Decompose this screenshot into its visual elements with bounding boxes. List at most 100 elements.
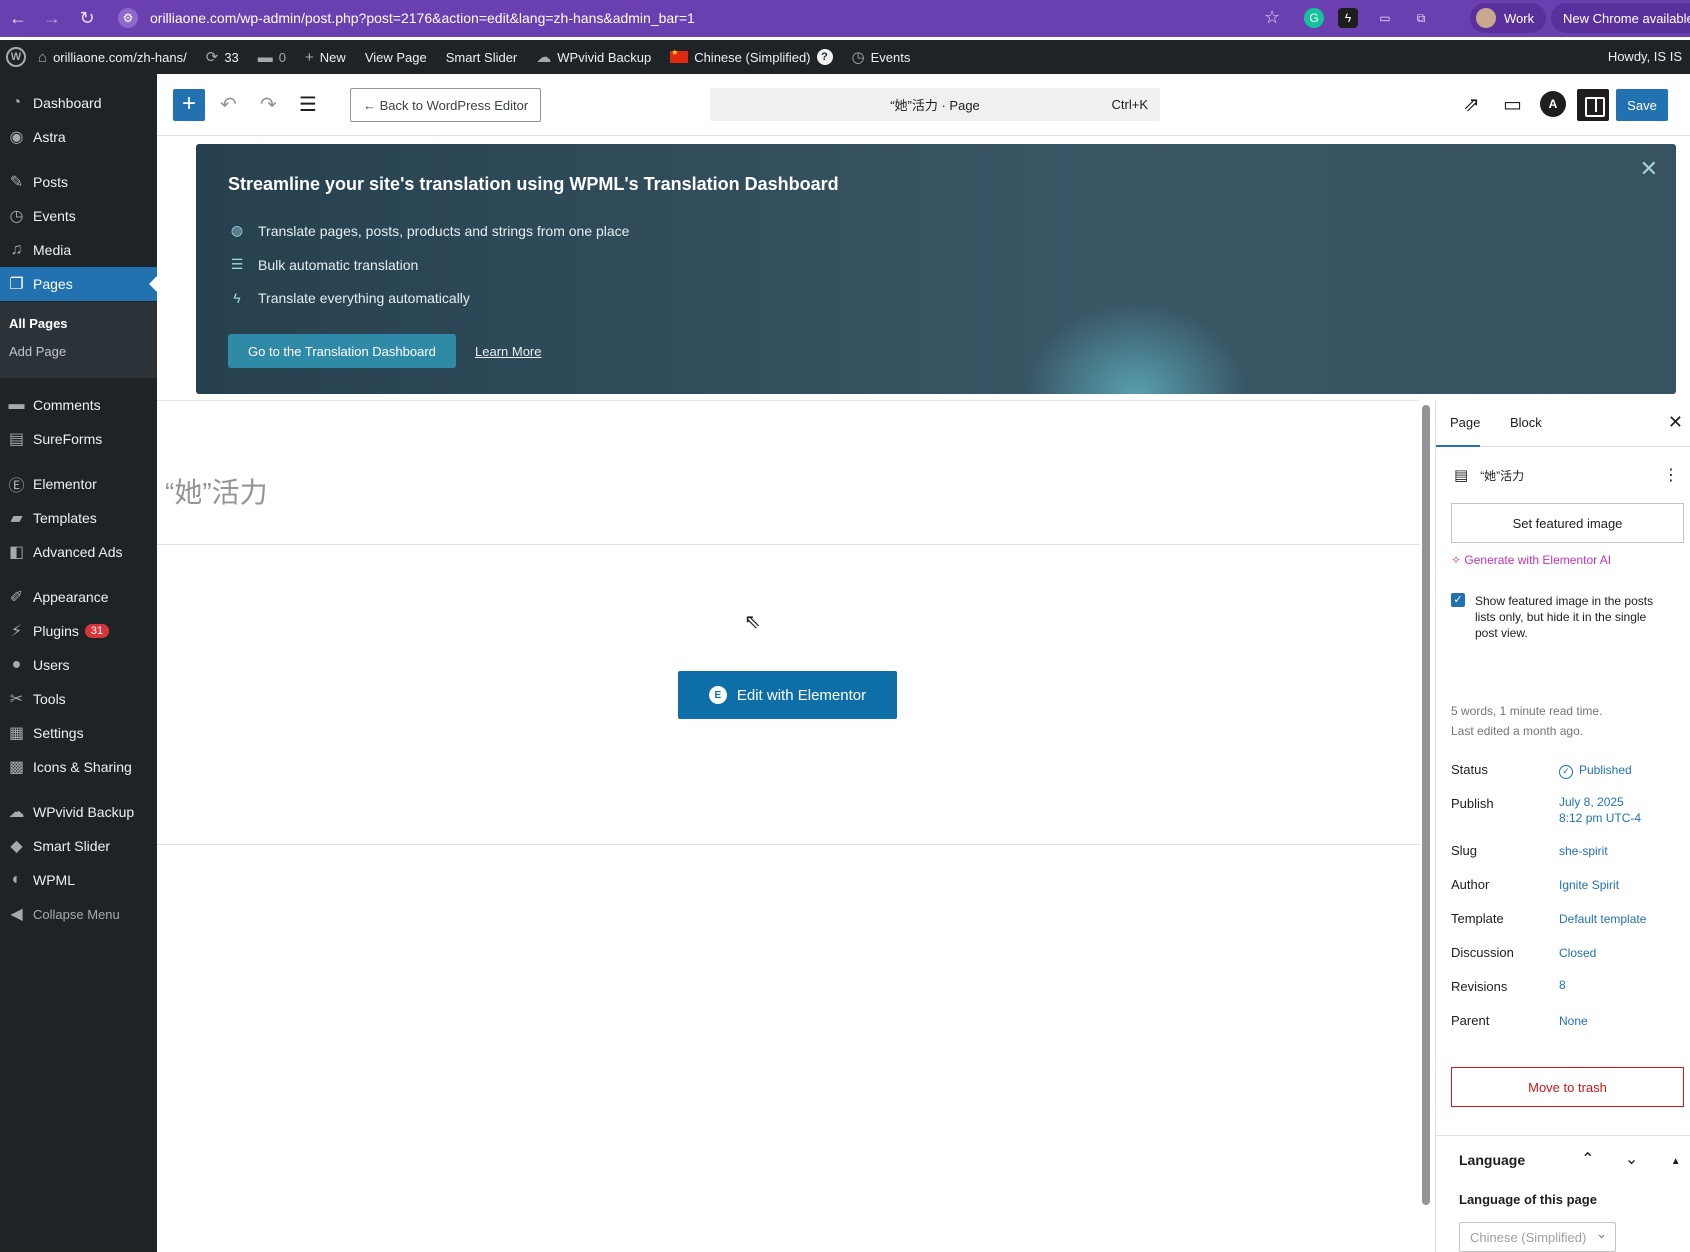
back-to-wordpress-editor-button[interactable]: ← Back to WordPress Editor — [350, 88, 542, 122]
plugins-count-badge: 31 — [84, 624, 110, 638]
comment-icon: ▬ — [257, 48, 273, 66]
divider — [1436, 1135, 1690, 1136]
extensions-puzzle-icon[interactable]: ⧉ — [1411, 8, 1431, 28]
show-featured-checkbox[interactable]: ✓ — [1451, 593, 1465, 607]
sidebar-item-users[interactable]: ● Users — [0, 648, 157, 682]
sidebar-item-smart-slider[interactable]: ◆ Smart Slider — [0, 829, 157, 863]
sidebar-item-posts[interactable]: ✎ Posts — [0, 165, 157, 199]
revisions-value[interactable]: 8 — [1559, 977, 1566, 993]
document-overview-icon[interactable]: ☰ — [299, 92, 317, 117]
close-icon[interactable]: ✕ — [1668, 412, 1683, 433]
chevron-down-icon[interactable]: ⌄ — [1625, 1151, 1638, 1168]
update-chrome-button[interactable]: New Chrome available — [1551, 3, 1690, 33]
bookmark-star-icon[interactable]: ☆ — [1264, 7, 1280, 28]
page-icon: ▤ — [1454, 467, 1469, 484]
author-value[interactable]: Ignite Spirit — [1559, 877, 1619, 893]
save-button[interactable]: Save — [1616, 89, 1668, 121]
url-text: orilliaone.com/wp-admin/post.php?post=21… — [150, 10, 695, 26]
submenu-all-pages[interactable]: All Pages — [9, 316, 68, 331]
site-info-icon[interactable]: ⚙ — [118, 8, 138, 28]
adminbar-site[interactable]: ⌂ orilliaone.com/zh-hans/ — [38, 49, 187, 66]
adminbar-comments[interactable]: ▬ 0 — [258, 49, 286, 66]
settings-sidebar-toggle-icon[interactable] — [1577, 89, 1609, 121]
help-icon[interactable]: ? — [816, 49, 833, 65]
sidebar-item-events[interactable]: ◷ Events — [0, 199, 157, 233]
adminbar-new[interactable]: + New — [305, 49, 346, 66]
adminbar-updates[interactable]: ⟳ 33 — [206, 48, 239, 66]
command-palette-button[interactable]: “她”活力 · Page Ctrl+K — [710, 88, 1160, 121]
submenu-add-page[interactable]: Add Page — [9, 344, 66, 359]
profile-button[interactable]: Work — [1470, 3, 1547, 33]
sidebar-item-settings[interactable]: ▦ Settings — [0, 716, 157, 750]
forward-arrow-icon[interactable]: → — [34, 8, 70, 29]
sidebar-item-appearance[interactable]: ✐ Appearance — [0, 580, 157, 614]
sidebar-item-astra[interactable]: ◉ Astra — [0, 120, 157, 154]
status-value[interactable]: ✓ Published — [1559, 762, 1632, 779]
language-select[interactable]: Chinese (Simplified) — [1459, 1222, 1616, 1252]
sidebar-item-dashboard[interactable]: ◔ Dashboard — [0, 86, 157, 120]
close-icon[interactable]: ✕ — [1640, 156, 1658, 182]
sidebar-item-sureforms[interactable]: ▤ SureForms — [0, 422, 157, 456]
preview-device-icon[interactable]: ▭ — [1503, 92, 1522, 117]
slug-value[interactable]: she-spirit — [1559, 843, 1608, 859]
address-bar[interactable]: ⚙ orilliaone.com/wp-admin/post.php?post=… — [118, 3, 1278, 33]
discussion-label: Discussion — [1451, 945, 1514, 960]
sidebar-item-elementor[interactable]: Ⓔ Elementor — [0, 467, 157, 501]
extension-bolt-icon[interactable]: ϟ — [1338, 8, 1358, 28]
slug-label: Slug — [1451, 843, 1478, 858]
view-page-external-icon[interactable]: ⇗ — [1463, 92, 1480, 117]
sidebar-item-comments[interactable]: ▬ Comments — [0, 388, 157, 422]
discussion-value[interactable]: Closed — [1559, 945, 1596, 961]
template-value[interactable]: Default template — [1559, 911, 1646, 927]
sidebar-item-templates[interactable]: ▰ Templates — [0, 501, 157, 535]
adminbar-events[interactable]: ◷ Events — [852, 48, 911, 66]
sidebar-item-wpml[interactable]: ◐ WPML — [0, 863, 157, 897]
sidebar-item-pages[interactable]: ❐ Pages — [0, 267, 157, 301]
collapse-triangle-icon[interactable]: ▲ — [1671, 1156, 1681, 1167]
updates-icon: ⟳ — [205, 49, 219, 66]
move-to-trash-button[interactable]: Move to trash — [1451, 1067, 1684, 1107]
sidebar-item-plugins[interactable]: ⚡ Plugins 31 — [0, 614, 157, 648]
wordpress-logo-icon[interactable]: W — [6, 47, 26, 67]
edit-with-elementor-button[interactable]: E Edit with Elementor — [678, 671, 897, 719]
parent-value[interactable]: None — [1559, 1013, 1588, 1029]
more-options-icon[interactable]: ⋮ — [1663, 465, 1679, 485]
tab-block[interactable]: Block — [1510, 415, 1542, 430]
feature-text: Bulk automatic translation — [258, 256, 419, 273]
tab-page[interactable]: Page — [1435, 415, 1481, 447]
sidebar-item-label: Comments — [33, 397, 101, 413]
language-heading[interactable]: Language — [1459, 1152, 1525, 1168]
sidebar-collapse-menu[interactable]: ◀ Collapse Menu — [0, 897, 157, 931]
canvas-scrollbar[interactable] — [1422, 405, 1430, 1205]
redo-icon[interactable]: ↷ — [260, 92, 277, 117]
learn-more-link[interactable]: Learn More — [475, 344, 541, 359]
adminbar-view-page[interactable]: View Page — [365, 50, 427, 65]
grammarly-icon[interactable]: G — [1304, 8, 1324, 28]
go-to-translation-dashboard-button[interactable]: Go to the Translation Dashboard — [228, 334, 456, 368]
generate-with-elementor-ai-link[interactable]: ✧ Generate with Elementor AI — [1451, 553, 1611, 567]
sidebar-item-icons-sharing[interactable]: ▩ Icons & Sharing — [0, 750, 157, 784]
astra-settings-icon[interactable]: A — [1540, 91, 1566, 117]
publish-value[interactable]: July 8, 2025 8:12 pm UTC-4 — [1559, 794, 1641, 826]
adminbar-wpvivid[interactable]: ☁ WPvivid Backup — [536, 48, 651, 66]
sidebar-item-label: Pages — [33, 276, 73, 292]
sidebar-item-media[interactable]: ♫ Media — [0, 233, 157, 267]
reload-icon[interactable]: ↻ — [69, 8, 105, 29]
howdy-user[interactable]: Howdy, IS IS — [1608, 49, 1682, 64]
block-inserter-button[interactable]: + — [173, 89, 205, 121]
adminbar-smart-slider[interactable]: Smart Slider — [446, 50, 518, 65]
back-arrow-icon[interactable]: ← — [0, 8, 36, 29]
set-featured-image-button[interactable]: Set featured image — [1451, 503, 1684, 543]
chevron-up-icon[interactable]: ⌃ — [1581, 1151, 1594, 1168]
undo-icon[interactable]: ↶ — [220, 92, 237, 117]
page-title[interactable]: “她”活力 — [165, 471, 268, 511]
astra-icon: ◉ — [9, 129, 24, 146]
sidebar-item-wpvivid[interactable]: ☁ WPvivid Backup — [0, 795, 157, 829]
elementor-icon: Ⓔ — [8, 478, 25, 495]
sidebar-item-advanced-ads[interactable]: ◧ Advanced Ads — [0, 535, 157, 569]
adminbar-language[interactable]: Chinese (Simplified)? — [670, 48, 833, 65]
sidebar-item-tools[interactable]: ✂ Tools — [0, 682, 157, 716]
plug-icon: ⚡ — [10, 623, 23, 640]
extension-card-icon[interactable]: ▭ — [1375, 8, 1395, 28]
folder-icon: ▰ — [10, 510, 23, 527]
